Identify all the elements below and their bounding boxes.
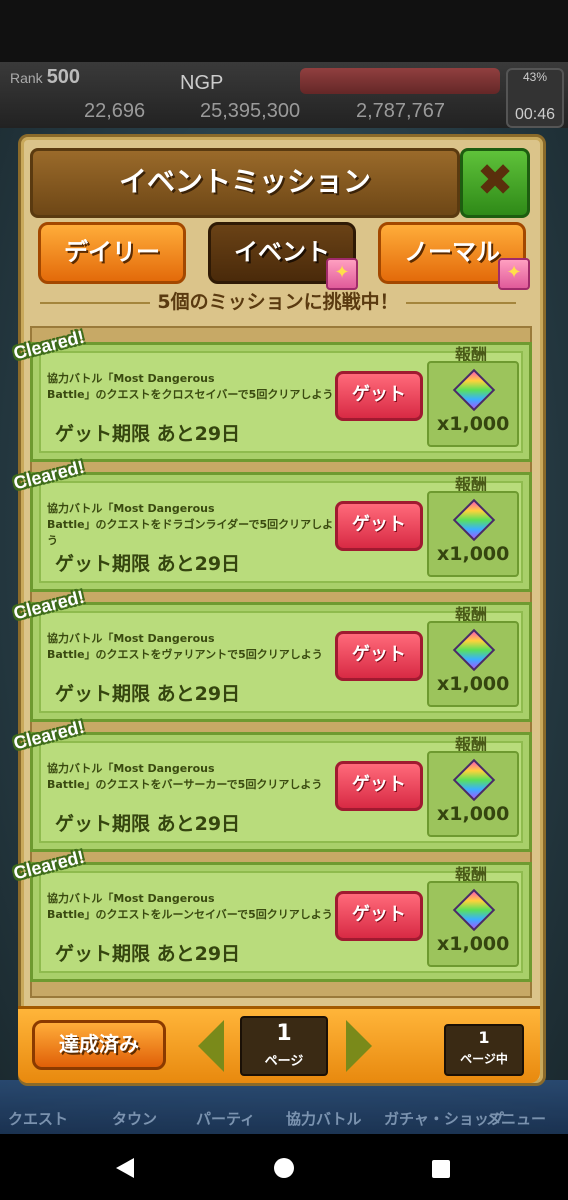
reward-box: x1,000 [427, 751, 519, 837]
rainbow-gem-icon [452, 498, 496, 542]
completed-button[interactable]: 達成済み [32, 1020, 166, 1070]
rank-label: Rank 500 [10, 66, 81, 88]
nav-party[interactable]: パーティ [196, 1108, 255, 1129]
get-button[interactable]: ゲット [335, 501, 423, 551]
reward-box: x1,000 [427, 881, 519, 967]
get-button[interactable]: ゲット [335, 891, 423, 941]
mission-deadline: ゲット期限 あと29日 [55, 423, 241, 445]
recent-apps-icon[interactable] [432, 1160, 450, 1178]
mission-card: Cleared! 協力バトル「Most Dangerous Battle」のクエス… [12, 847, 532, 982]
get-button[interactable]: ゲット [335, 761, 423, 811]
reward-quantity: x1,000 [437, 413, 510, 435]
mission-deadline: ゲット期限 あと29日 [55, 943, 241, 965]
event-banner [300, 68, 500, 94]
rainbow-gem-icon [452, 628, 496, 672]
page-indicator: 1 ページ [240, 1016, 328, 1076]
tab-daily[interactable]: デイリー [38, 222, 186, 284]
reward-box: x1,000 [427, 491, 519, 577]
rainbow-gem-icon [452, 888, 496, 932]
nav-quest[interactable]: クエスト [8, 1108, 68, 1129]
modal-title: イベントミッション [30, 148, 460, 218]
mission-card: Cleared! 協力バトル「Most Dangerous Battle」のクエス… [12, 327, 532, 462]
challenge-count: 5個のミッションに挑戦中！ [30, 288, 526, 318]
game-header: Rank 500 NGP 43% 00:46 22,696 25,395,300 … [0, 62, 568, 128]
mission-deadline: ゲット期限 あと29日 [55, 683, 241, 705]
reward-quantity: x1,000 [437, 803, 510, 825]
mission-card: Cleared! 協力バトル「Most Dangerous Battle」のクエス… [12, 457, 532, 592]
reward-box: x1,000 [427, 361, 519, 447]
battery-indicator: 43% 00:46 [506, 68, 564, 128]
total-pages: 1 ページ中 [444, 1024, 524, 1076]
nav-menu[interactable]: メニュー [486, 1108, 546, 1129]
gem-count: 22,696 [84, 100, 146, 122]
nav-town[interactable]: タウン [112, 1108, 157, 1129]
mission-description: 協力バトル「Most Dangerous Battle」のクエストをヴァリアントで… [47, 632, 323, 661]
reward-quantity: x1,000 [437, 933, 510, 955]
mission-description: 協力バトル「Most Dangerous Battle」のクエストをドラゴンライダ… [47, 502, 334, 547]
player-name: NGP [180, 72, 224, 94]
close-button[interactable]: ✖ [460, 148, 530, 218]
reward-quantity: x1,000 [437, 673, 510, 695]
nav-coop-battle[interactable]: 協力バトル [286, 1108, 361, 1129]
rainbow-gem-icon [452, 758, 496, 802]
prev-page-arrow-icon[interactable] [198, 1020, 224, 1072]
points-count: 2,787,767 [356, 100, 445, 122]
gold-count: 25,395,300 [200, 100, 301, 122]
back-icon[interactable] [116, 1158, 134, 1178]
mission-description: 協力バトル「Most Dangerous Battle」のクエストをバーサーカーで… [47, 762, 323, 791]
get-button[interactable]: ゲット [335, 631, 423, 681]
gift-icon: ✦ [326, 258, 358, 290]
mission-description: 協力バトル「Most Dangerous Battle」のクエストをルーンセイバー… [47, 892, 333, 921]
rainbow-gem-icon [452, 368, 496, 412]
mission-card: Cleared! 協力バトル「Most Dangerous Battle」のクエス… [12, 587, 532, 722]
status-bar [0, 0, 568, 62]
mission-description: 協力バトル「Most Dangerous Battle」のクエストをクロスセイバー… [47, 372, 334, 401]
next-page-arrow-icon[interactable] [346, 1020, 372, 1072]
get-button[interactable]: ゲット [335, 371, 423, 421]
home-icon[interactable] [274, 1158, 294, 1178]
mission-deadline: ゲット期限 あと29日 [55, 813, 241, 835]
mission-deadline: ゲット期限 あと29日 [55, 553, 241, 575]
mission-card: Cleared! 協力バトル「Most Dangerous Battle」のクエス… [12, 717, 532, 852]
gift-icon: ✦ [498, 258, 530, 290]
reward-quantity: x1,000 [437, 543, 510, 565]
reward-box: x1,000 [427, 621, 519, 707]
game-bottom-nav: クエスト タウン パーティ 協力バトル ガチャ・ショップ メニュー [0, 1080, 568, 1134]
